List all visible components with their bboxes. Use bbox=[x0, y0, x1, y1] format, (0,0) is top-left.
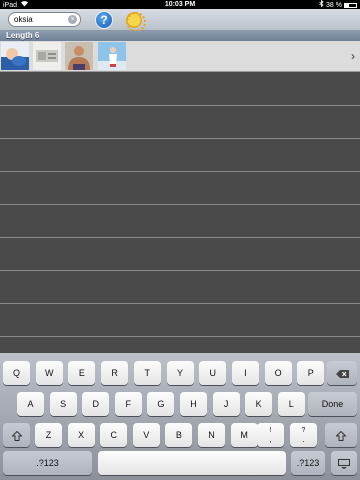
row-divider bbox=[0, 336, 360, 337]
toolbar: oksia × ? bbox=[0, 9, 360, 32]
exclamation-comma-key[interactable]: ! , bbox=[257, 423, 284, 447]
machine-photo bbox=[33, 42, 61, 70]
list-rows bbox=[0, 72, 360, 340]
lightbulb-icon[interactable] bbox=[124, 10, 146, 32]
search-input-value: oksia bbox=[14, 15, 33, 24]
key-m[interactable]: M bbox=[230, 423, 258, 447]
row-divider bbox=[0, 237, 360, 238]
battery-icon bbox=[344, 2, 357, 8]
numbers-key-right[interactable]: .?123 bbox=[291, 451, 325, 475]
clear-search-icon[interactable]: × bbox=[68, 15, 77, 24]
key-j[interactable]: J bbox=[212, 392, 240, 416]
key-r[interactable]: R bbox=[101, 361, 129, 385]
key-o[interactable]: O bbox=[264, 361, 292, 385]
done-button[interactable]: Done bbox=[308, 392, 357, 416]
key-c[interactable]: C bbox=[100, 423, 128, 447]
row-divider bbox=[0, 204, 360, 205]
key-bottom-label: . bbox=[302, 435, 305, 444]
shift-key-left[interactable] bbox=[3, 423, 30, 447]
list-item[interactable]: › bbox=[0, 41, 360, 72]
figure-photo bbox=[98, 42, 126, 70]
key-p[interactable]: P bbox=[297, 361, 325, 385]
key-x[interactable]: X bbox=[67, 423, 95, 447]
row-divider bbox=[0, 138, 360, 139]
key-l[interactable]: L bbox=[277, 392, 305, 416]
key-g[interactable]: G bbox=[147, 392, 175, 416]
row-divider bbox=[0, 171, 360, 172]
status-bar: iPad 10:03 PM 38 % bbox=[0, 0, 360, 9]
question-period-key[interactable]: ? . bbox=[290, 423, 317, 447]
key-z[interactable]: Z bbox=[35, 423, 62, 447]
hide-keyboard-icon bbox=[338, 458, 350, 469]
key-v[interactable]: V bbox=[132, 423, 160, 447]
key-q[interactable]: Q bbox=[3, 361, 30, 385]
key-d[interactable]: D bbox=[82, 392, 110, 416]
clock: 10:03 PM bbox=[164, 1, 196, 8]
shift-icon bbox=[335, 430, 347, 441]
numbers-key-left[interactable]: .?123 bbox=[3, 451, 92, 475]
row-divider bbox=[0, 303, 360, 304]
shift-key-right[interactable] bbox=[325, 423, 357, 447]
help-button[interactable]: ? bbox=[95, 11, 113, 29]
key-n[interactable]: N bbox=[198, 423, 225, 447]
key-bottom-label: , bbox=[269, 435, 272, 444]
key-u[interactable]: U bbox=[199, 361, 227, 385]
backspace-key[interactable] bbox=[327, 361, 357, 385]
key-t[interactable]: T bbox=[133, 361, 161, 385]
key-y[interactable]: Y bbox=[166, 361, 194, 385]
chevron-right-icon: › bbox=[351, 49, 355, 63]
row-divider bbox=[0, 270, 360, 271]
baby-photo bbox=[1, 42, 29, 70]
key-e[interactable]: E bbox=[68, 361, 96, 385]
backspace-icon bbox=[335, 368, 349, 378]
space-bar[interactable] bbox=[98, 451, 286, 475]
shift-icon bbox=[10, 430, 23, 441]
hide-keyboard-key[interactable] bbox=[331, 451, 357, 475]
key-f[interactable]: F bbox=[114, 392, 142, 416]
section-header: Length 6 bbox=[0, 31, 360, 41]
key-a[interactable]: A bbox=[17, 392, 44, 416]
key-top-label: ! bbox=[269, 427, 272, 434]
key-i[interactable]: I bbox=[231, 361, 259, 385]
key-w[interactable]: W bbox=[35, 361, 63, 385]
keyboard: QWERTYUIOP ASDFGHJKL Done ZXCVBNM ! , ? … bbox=[0, 353, 360, 480]
key-b[interactable]: B bbox=[165, 423, 193, 447]
key-k[interactable]: K bbox=[245, 392, 273, 416]
key-s[interactable]: S bbox=[49, 392, 77, 416]
man-photo bbox=[65, 42, 93, 70]
key-top-label: ? bbox=[301, 427, 306, 434]
key-h[interactable]: H bbox=[180, 392, 207, 416]
row-divider bbox=[0, 105, 360, 106]
search-input[interactable]: oksia × bbox=[8, 12, 81, 27]
